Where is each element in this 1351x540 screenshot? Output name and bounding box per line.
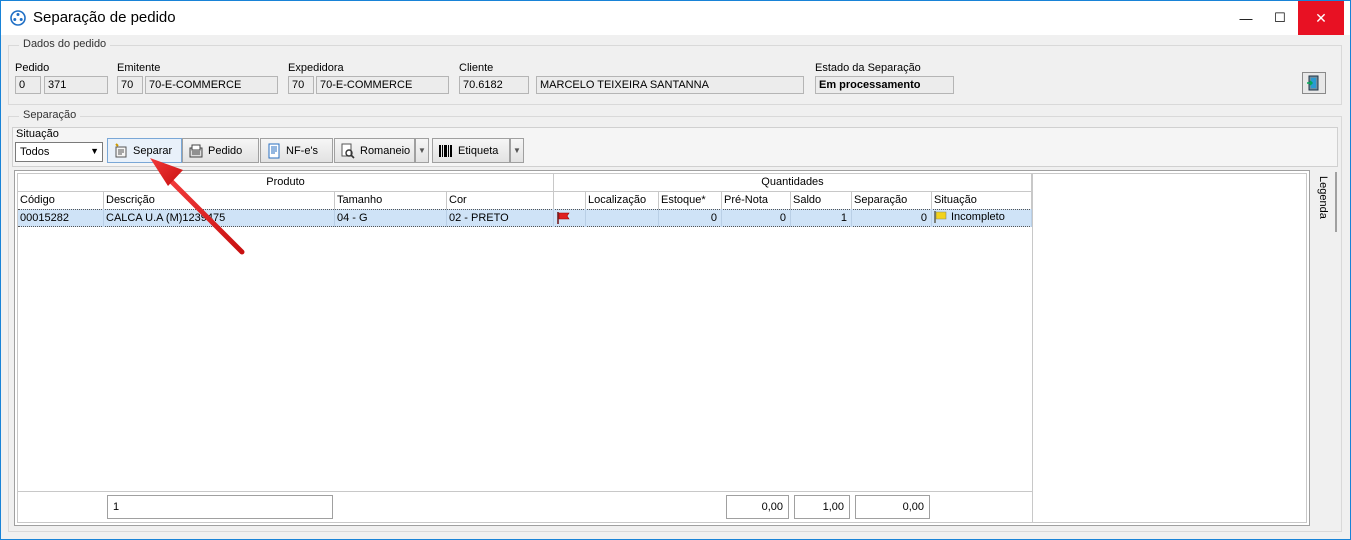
cell-flag (554, 209, 586, 227)
footer-count: 1 (107, 495, 333, 519)
minimize-button[interactable]: — (1229, 1, 1263, 35)
situacao-value: Incompleto (951, 211, 1005, 223)
window-title: Separação de pedido (33, 9, 176, 26)
expedidora-code-field[interactable]: 70 (288, 76, 314, 94)
cell-situacao: Incompleto (932, 209, 1032, 227)
red-flag-icon (557, 212, 570, 224)
romaneio-label: Romaneio (360, 144, 411, 157)
situacao-select[interactable]: Todos ▼ (15, 142, 103, 162)
document-icon (266, 143, 282, 159)
romaneio-dropdown[interactable]: ▼ (415, 138, 429, 163)
maximize-button[interactable]: ☐ (1263, 1, 1297, 35)
legend-label: Legenda (1317, 176, 1329, 219)
separar-icon (113, 142, 129, 159)
situacao-select-value: Todos (20, 146, 50, 158)
cell-tamanho: 04 - G (335, 209, 447, 227)
footer-separacao-total: 0,00 (855, 495, 930, 519)
col-tamanho[interactable]: Tamanho (335, 192, 447, 210)
pedido-icon (188, 143, 204, 159)
cell-saldo: 1 (791, 209, 852, 227)
legend-tab-border (1335, 172, 1337, 232)
estado-field: Em processamento (815, 76, 954, 94)
col-localizacao[interactable]: Localização (586, 192, 659, 210)
dados-do-pedido-group: Dados do pedido (8, 38, 1342, 105)
col-flag[interactable] (554, 192, 586, 210)
col-codigo[interactable]: Código (18, 192, 104, 210)
dados-group-title: Dados do pedido (19, 38, 111, 50)
nfes-button[interactable]: NF-e's (260, 138, 333, 163)
pedido-button[interactable]: Pedido (182, 138, 259, 163)
col-pre-nota[interactable]: Pré-Nota (722, 192, 791, 210)
col-situacao[interactable]: Situação (932, 192, 1032, 210)
col-saldo[interactable]: Saldo (791, 192, 852, 210)
title-bar: Separação de pedido — ☐ ✕ (1, 1, 1350, 35)
door-exit-icon (1307, 75, 1319, 91)
cell-codigo: 00015282 (18, 209, 104, 227)
exit-door-icon-button[interactable] (1302, 72, 1326, 94)
emitente-name-field[interactable]: 70-E-COMMERCE (145, 76, 278, 94)
col-estoque[interactable]: Estoque* (659, 192, 722, 210)
separar-button[interactable]: Separar (107, 138, 182, 163)
cell-estoque: 0 (659, 209, 722, 227)
yellow-flag-icon (934, 211, 947, 223)
cell-separacao: 0 (852, 209, 932, 227)
expedidora-label: Expedidora (288, 62, 344, 74)
nfes-label: NF-e's (286, 144, 319, 157)
footer-saldo-total: 1,00 (794, 495, 850, 519)
emitente-label: Emitente (117, 62, 161, 74)
grid-right-border (1032, 173, 1033, 523)
pedido-field-a[interactable]: 0 (15, 76, 41, 94)
cliente-label: Cliente (459, 62, 494, 74)
expedidora-name-field[interactable]: 70-E-COMMERCE (316, 76, 449, 94)
romaneio-button[interactable]: Romaneio (334, 138, 415, 163)
estado-label: Estado da Separação (815, 62, 921, 74)
footer-divider (18, 491, 1032, 492)
app-icon (10, 10, 26, 26)
magnifier-document-icon (340, 143, 356, 159)
band-quantidades: Quantidades (554, 174, 1032, 192)
separacao-group-title: Separação (19, 109, 81, 121)
col-separacao[interactable]: Separação (852, 192, 932, 210)
etiqueta-label: Etiqueta (458, 144, 499, 157)
pedido-label: Pedido (15, 62, 50, 74)
situacao-filter-label: Situação (16, 128, 59, 140)
col-descricao[interactable]: Descrição (104, 192, 335, 210)
emitente-code-field[interactable]: 70 (117, 76, 143, 94)
cell-pre-nota: 0 (722, 209, 791, 227)
etiqueta-button[interactable]: Etiqueta (432, 138, 510, 163)
barcode-icon (438, 143, 454, 159)
cliente-code-field[interactable]: 70.6182 (459, 76, 529, 94)
separar-label: Separar (133, 144, 173, 157)
band-produto: Produto (18, 174, 554, 192)
cell-localizacao (586, 209, 659, 227)
pedido-label: Pedido (208, 144, 243, 157)
cliente-name-field[interactable]: MARCELO TEIXEIRA SANTANNA (536, 76, 804, 94)
cell-descricao: CALCA U.A (M)1239475 (104, 209, 335, 227)
chevron-down-icon: ▼ (90, 146, 99, 156)
pedido-field-b[interactable]: 371 (44, 76, 108, 94)
footer-pre-nota-total: 0,00 (726, 495, 789, 519)
cell-cor: 02 - PRETO (447, 209, 554, 227)
col-cor[interactable]: Cor (447, 192, 554, 210)
etiqueta-dropdown[interactable]: ▼ (510, 138, 524, 163)
close-button[interactable]: ✕ (1298, 1, 1344, 35)
